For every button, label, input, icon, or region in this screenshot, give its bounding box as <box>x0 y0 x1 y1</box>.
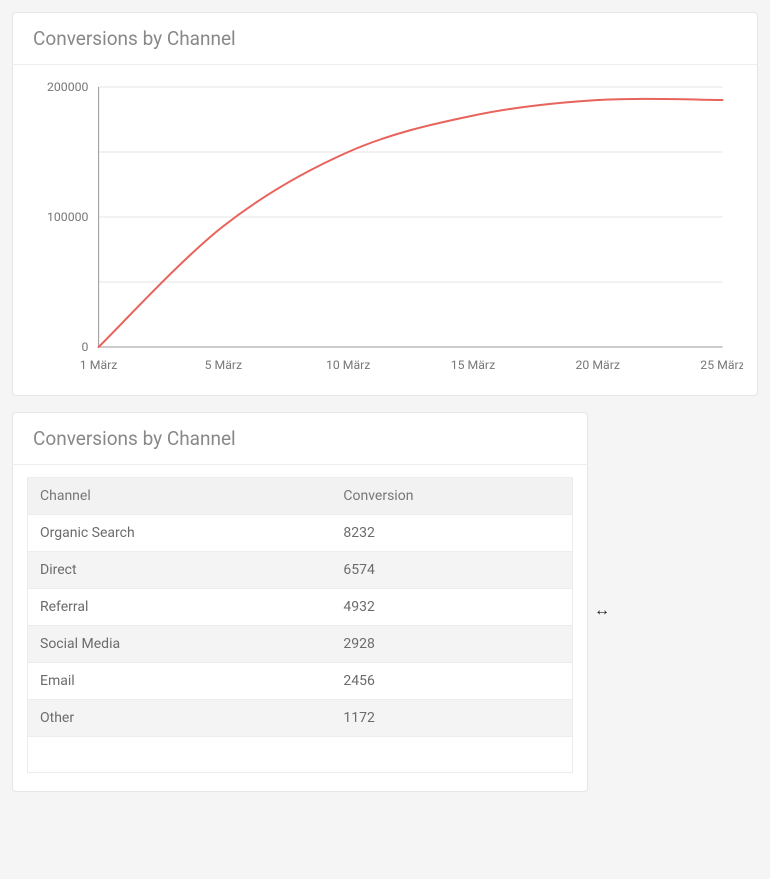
cell-channel: Social Media <box>28 626 332 663</box>
table-panel-row: Conversions by Channel Channel Conversio… <box>12 412 758 808</box>
table-row: Social Media2928 <box>28 626 573 663</box>
table-row: Organic Search8232 <box>28 515 573 552</box>
y-tick-label: 0 <box>81 340 88 354</box>
table-header-conversion: Conversion <box>331 478 572 515</box>
cell-conversion: 2456 <box>331 663 572 700</box>
y-tick-label: 200000 <box>47 80 89 94</box>
cell-channel: Email <box>28 663 332 700</box>
table-row: Other1172 <box>28 700 573 737</box>
cell-conversion: 6574 <box>331 552 572 589</box>
x-tick-label: 1 März <box>80 358 118 372</box>
y-tick-label: 100000 <box>47 210 89 224</box>
cell-channel: Direct <box>28 552 332 589</box>
table-panel-title: Conversions by Channel <box>13 413 587 465</box>
chart-panel-body: 0 100000 200000 1 März 5 März 10 März 15 März 2… <box>13 65 757 395</box>
cell-channel: Other <box>28 700 332 737</box>
cell-conversion: 8232 <box>331 515 572 552</box>
table-header-channel: Channel <box>28 478 332 515</box>
x-tick-label: 20 März <box>576 358 620 372</box>
conversions-table: Channel Conversion Organic Search8232Dir… <box>27 477 573 773</box>
table-row: Referral4932 <box>28 589 573 626</box>
table-row: Email2456 <box>28 663 573 700</box>
cell-channel: Organic Search <box>28 515 332 552</box>
table-footer-empty <box>28 737 573 773</box>
cell-conversion: 2928 <box>331 626 572 663</box>
x-tick-label: 5 März <box>205 358 243 372</box>
x-tick-label: 15 März <box>451 358 495 372</box>
x-tick-label: 10 März <box>326 358 370 372</box>
table-panel: Conversions by Channel Channel Conversio… <box>12 412 588 792</box>
x-tick-label: 25 März <box>700 358 743 372</box>
resize-handle-icon[interactable]: ↔ <box>588 600 610 620</box>
chart-panel-title: Conversions by Channel <box>13 13 757 65</box>
chart-panel: Conversions by Channel 0 100000 200000 1 Mä… <box>12 12 758 396</box>
table-panel-body: Channel Conversion Organic Search8232Dir… <box>13 465 587 791</box>
cell-conversion: 1172 <box>331 700 572 737</box>
line-chart[interactable]: 0 100000 200000 1 März 5 März 10 März 15 März 2… <box>27 77 743 377</box>
line-series <box>99 99 723 347</box>
cell-channel: Referral <box>28 589 332 626</box>
cell-conversion: 4932 <box>331 589 572 626</box>
table-row: Direct6574 <box>28 552 573 589</box>
